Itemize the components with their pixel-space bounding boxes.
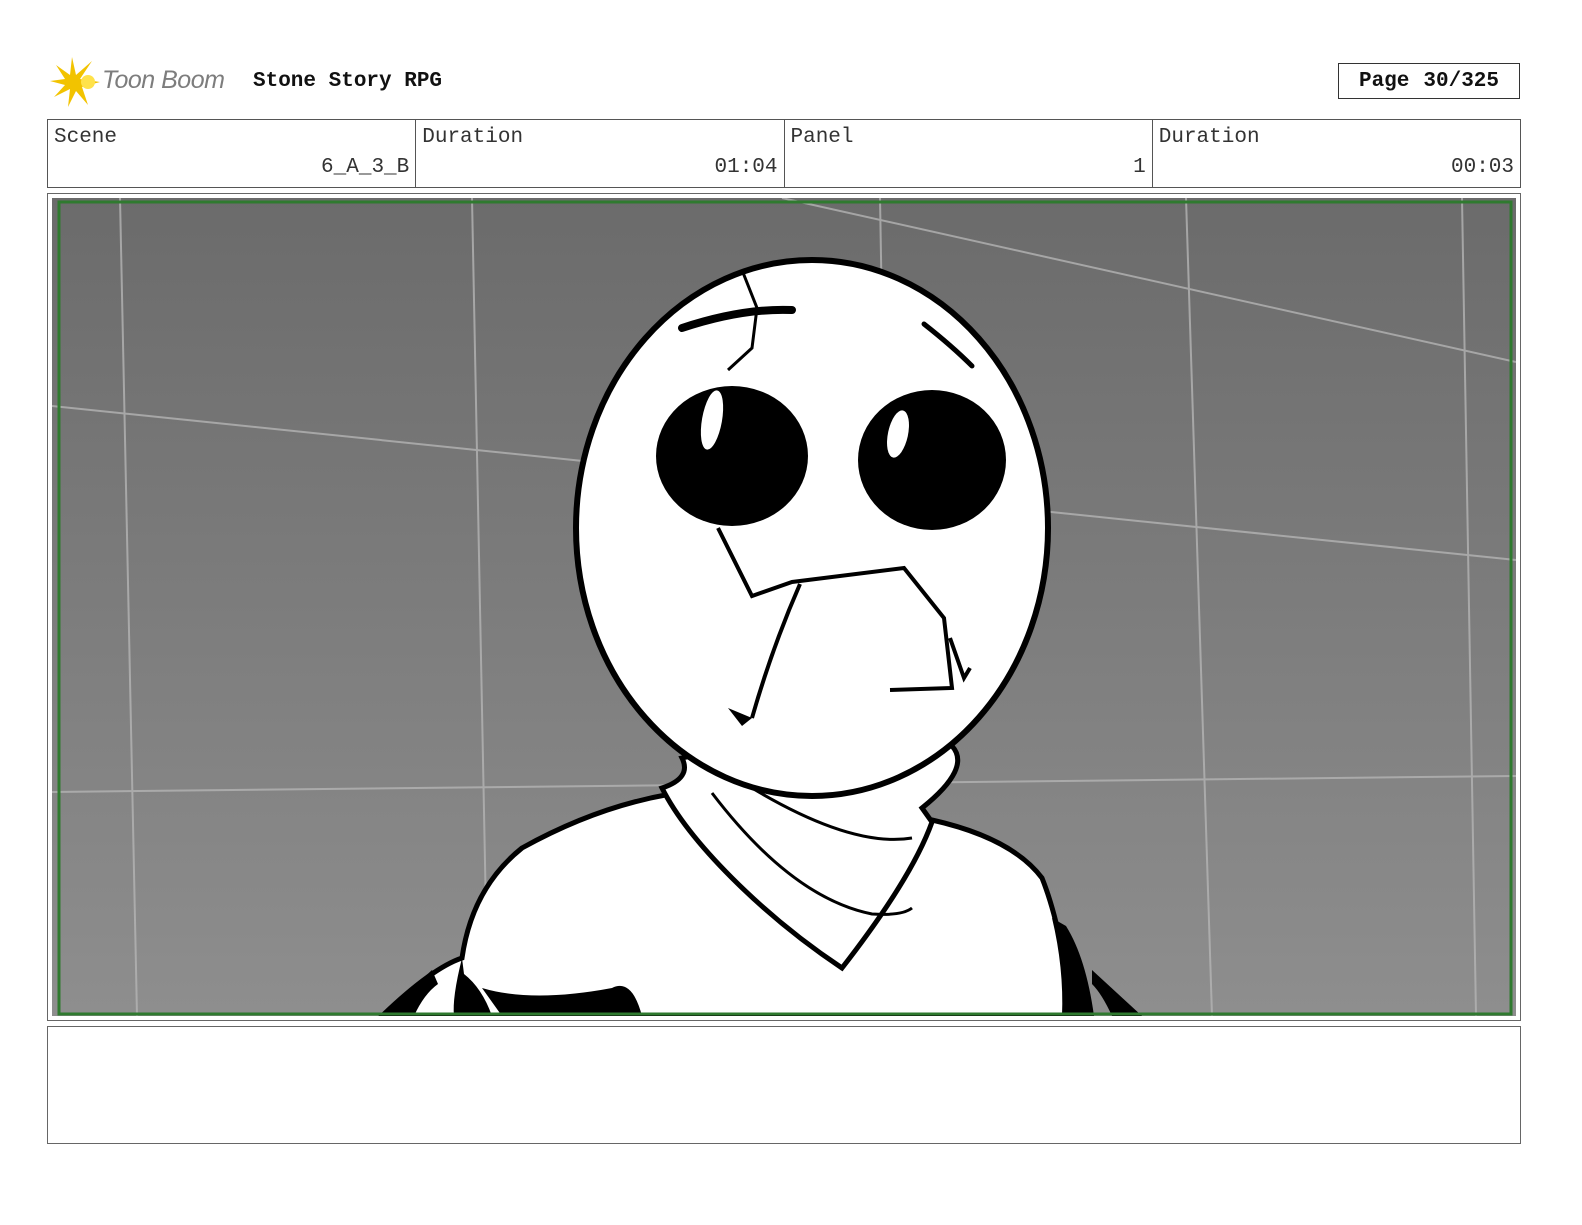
storyboard-header: Toon Boom Stone Story RPG Page 30/325 bbox=[50, 55, 1520, 111]
panel-duration-value: 00:03 bbox=[1450, 156, 1514, 179]
panel-notes-box bbox=[47, 1026, 1521, 1144]
toon-boom-star-icon bbox=[50, 57, 100, 107]
panel-value: 1 bbox=[1133, 156, 1146, 179]
logo-text: Toon Boom bbox=[102, 66, 225, 94]
panel-drawing bbox=[52, 198, 1516, 1016]
head bbox=[573, 257, 1051, 799]
storyboard-panel bbox=[47, 193, 1521, 1021]
scene-info-row: Scene 6_A_3_B Duration 01:04 Panel 1 Dur… bbox=[47, 119, 1521, 188]
page-label: Page bbox=[1358, 69, 1410, 93]
scene-label: Scene bbox=[54, 126, 118, 149]
page-value: 30/325 bbox=[1423, 69, 1500, 93]
scene-value: 6_A_3_B bbox=[321, 156, 410, 179]
right-eye bbox=[858, 390, 1006, 530]
left-eye bbox=[656, 386, 808, 526]
page-indicator: Page 30/325 bbox=[1338, 63, 1520, 99]
character-sketch bbox=[52, 198, 1516, 1016]
scene-cell: Scene 6_A_3_B bbox=[48, 120, 417, 187]
toon-boom-logo: Toon Boom bbox=[50, 55, 240, 111]
scene-duration-label: Duration bbox=[422, 126, 524, 149]
panel-label: Panel bbox=[790, 126, 854, 149]
panel-duration-label: Duration bbox=[1158, 126, 1260, 149]
project-title: Stone Story RPG bbox=[253, 70, 443, 93]
panel-cell: Panel 1 bbox=[785, 120, 1153, 187]
scene-duration-value: 01:04 bbox=[714, 156, 778, 179]
panel-duration-cell: Duration 00:03 bbox=[1153, 120, 1520, 187]
scene-duration-cell: Duration 01:04 bbox=[416, 120, 785, 187]
